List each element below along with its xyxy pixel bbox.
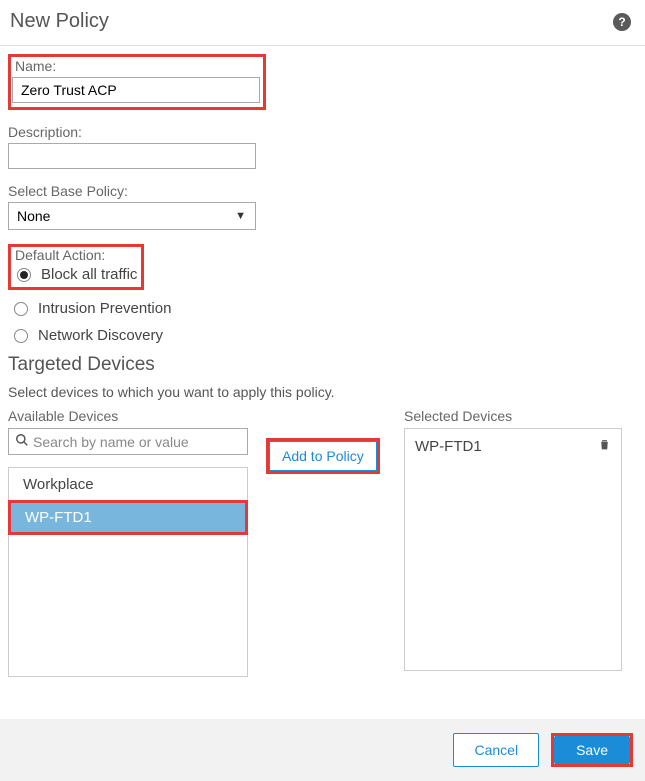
description-input[interactable] (8, 143, 256, 169)
dialog-footer: Cancel Save (0, 719, 645, 781)
add-to-policy-highlight: Add to Policy (266, 438, 380, 474)
radio-label-intrusion: Intrusion Prevention (38, 300, 171, 317)
trash-icon[interactable] (598, 437, 611, 456)
name-input[interactable] (12, 77, 260, 103)
help-icon[interactable]: ? (613, 13, 631, 31)
cancel-button[interactable]: Cancel (453, 733, 539, 767)
name-field-highlight: Name: (8, 54, 266, 110)
search-wrap[interactable] (8, 428, 248, 455)
base-policy-select[interactable] (8, 202, 256, 230)
targeted-devices-instruction: Select devices to which you want to appl… (8, 384, 635, 400)
radio-label-discovery: Network Discovery (38, 327, 163, 344)
radio-intrusion-prevention[interactable] (14, 302, 28, 316)
dialog-header: New Policy ? (0, 0, 645, 46)
dialog-title: New Policy (10, 10, 109, 33)
base-policy-label: Select Base Policy: (8, 183, 635, 199)
targeted-devices-title: Targeted Devices (8, 354, 635, 376)
save-button-highlight: Save (551, 733, 633, 767)
radio-label-block: Block all traffic (41, 266, 137, 283)
selected-devices-label: Selected Devices (404, 408, 622, 424)
description-label: Description: (8, 124, 635, 140)
available-device-wp-ftd1[interactable]: WP-FTD1 (11, 503, 245, 532)
search-icon (15, 433, 29, 450)
save-button[interactable]: Save (554, 736, 630, 764)
available-devices-label: Available Devices (8, 408, 248, 424)
selected-device-wp-ftd1: WP-FTD1 (415, 438, 482, 455)
device-group-workplace[interactable]: Workplace (9, 468, 247, 501)
selected-devices-list: WP-FTD1 (404, 428, 622, 671)
default-action-label: Default Action: (15, 247, 137, 263)
available-devices-list: Workplace WP-FTD1 (8, 467, 248, 677)
default-action-highlight: Default Action: Block all traffic (8, 244, 144, 290)
available-item-highlight: WP-FTD1 (8, 500, 248, 535)
add-to-policy-button[interactable]: Add to Policy (269, 441, 377, 471)
radio-network-discovery[interactable] (14, 329, 28, 343)
search-input[interactable] (33, 434, 241, 450)
radio-block-all-traffic[interactable] (17, 268, 31, 282)
selected-device-row: WP-FTD1 (415, 437, 611, 456)
name-label: Name: (15, 58, 260, 74)
